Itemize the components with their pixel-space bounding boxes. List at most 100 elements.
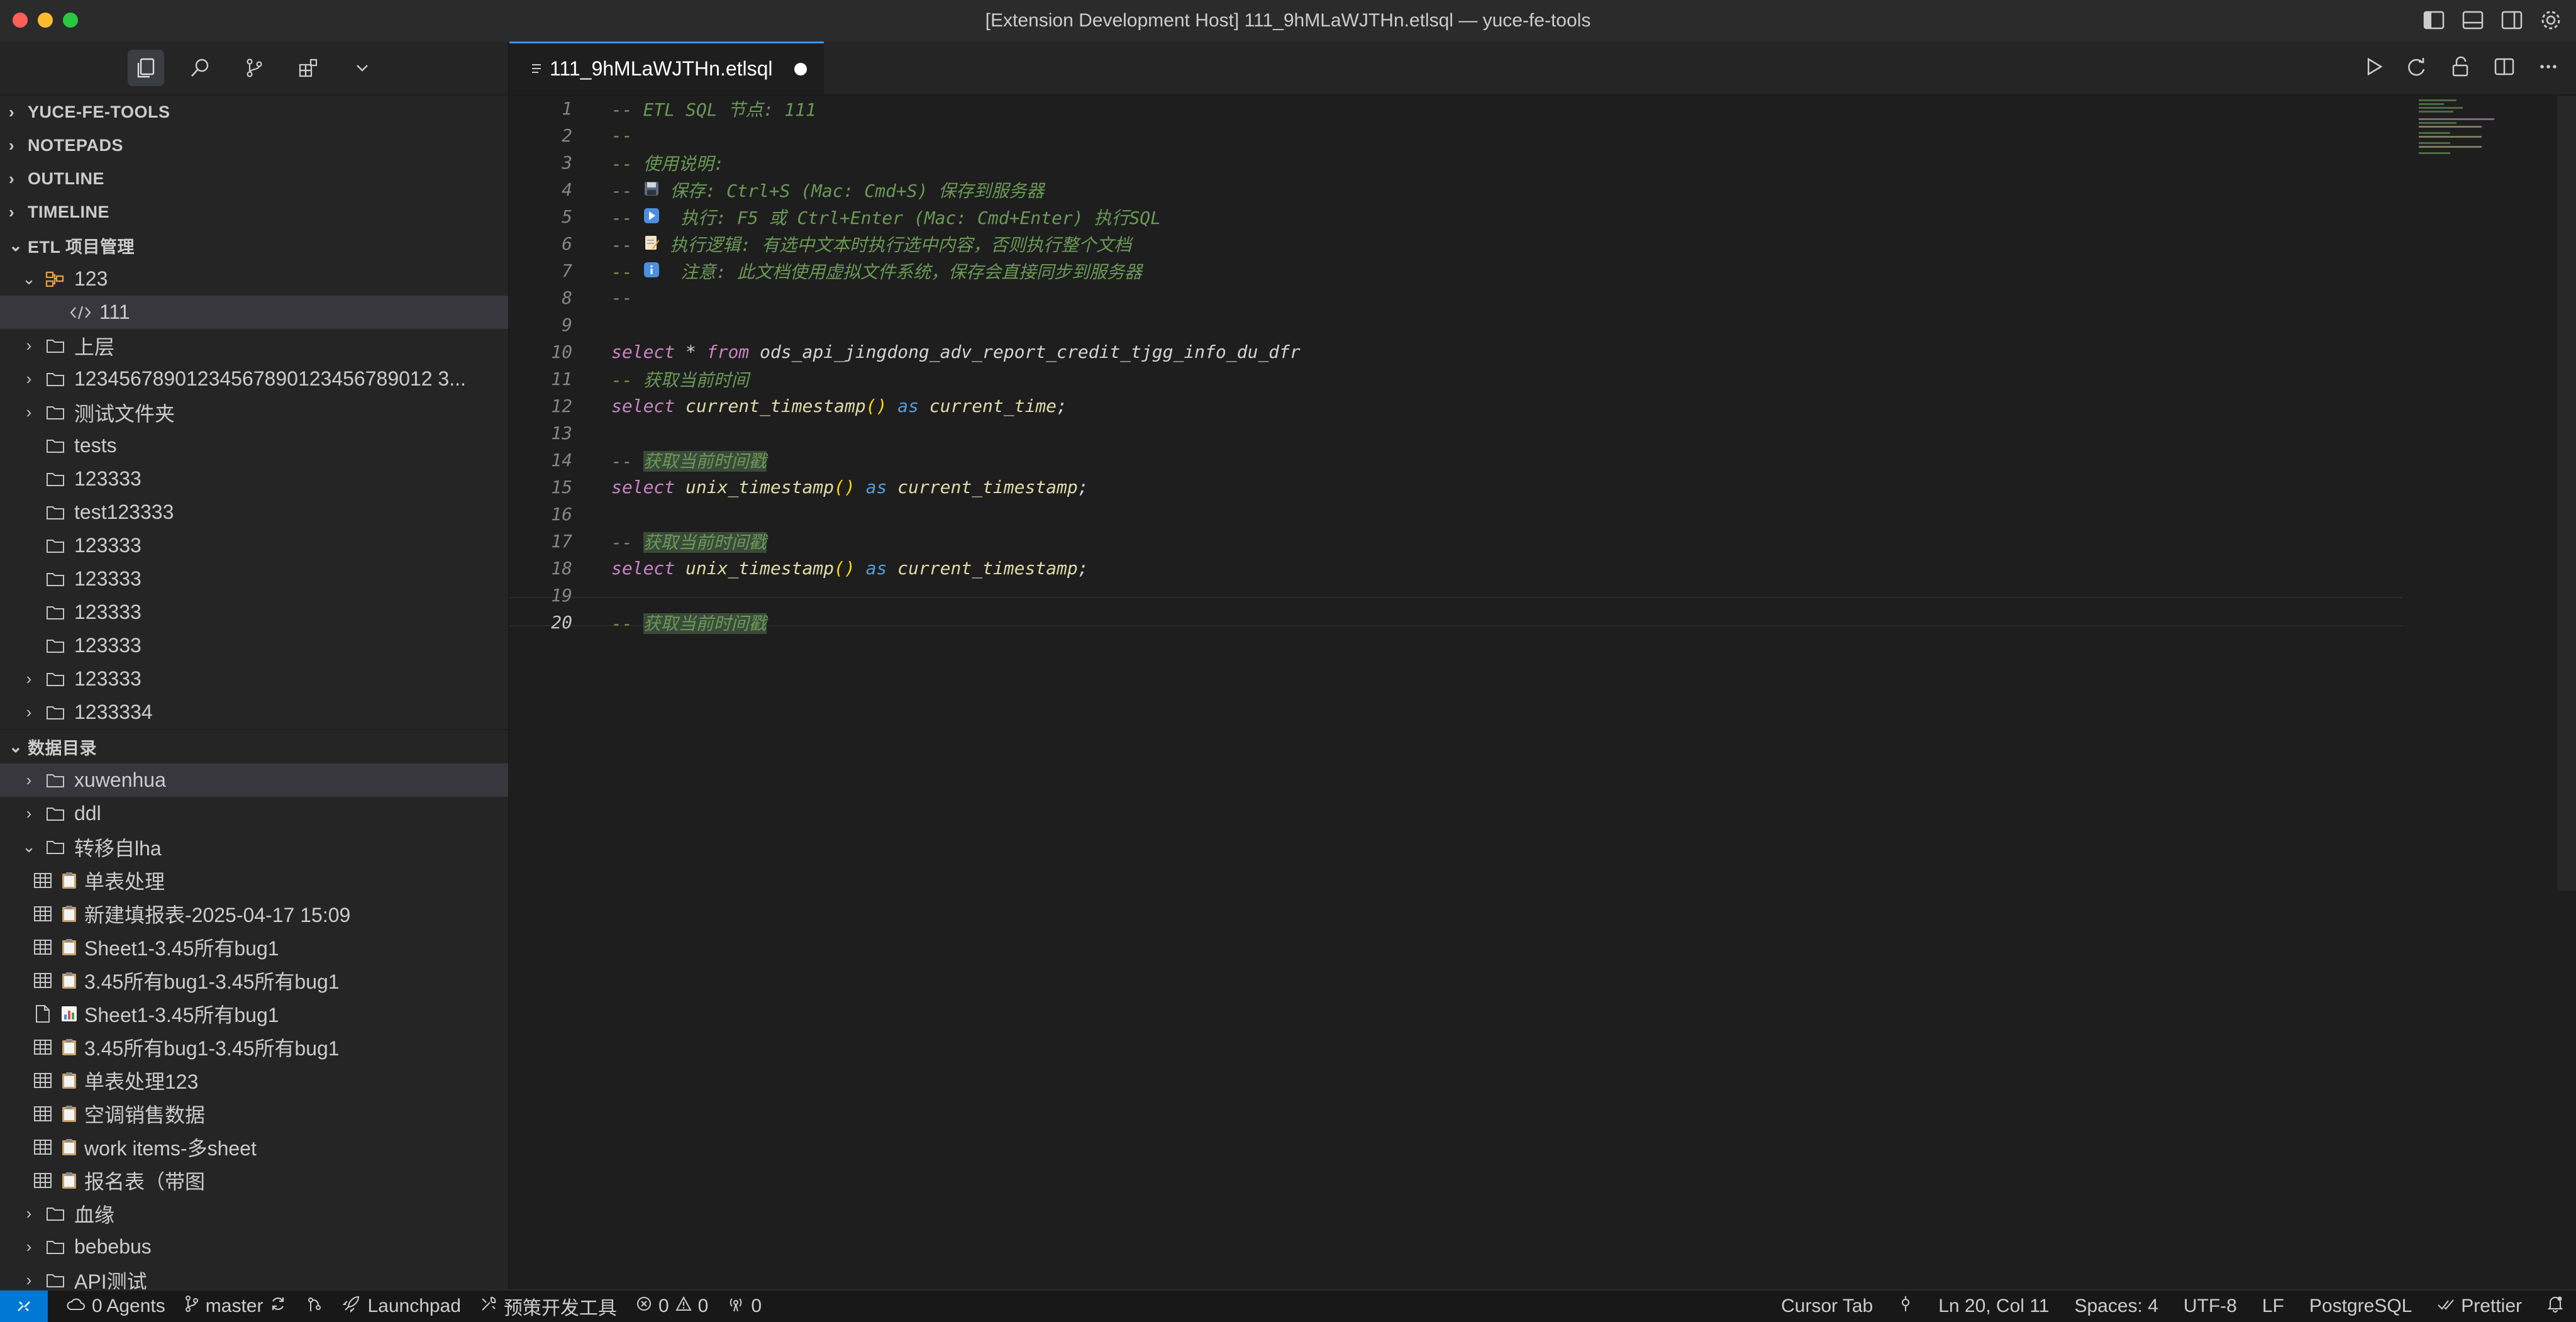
- section-notepads[interactable]: › NOTEPADS: [0, 129, 508, 162]
- toggle-panel-icon[interactable]: [2460, 8, 2485, 33]
- tree-item[interactable]: 123333: [0, 562, 508, 596]
- bell-icon[interactable]: [2547, 1295, 2563, 1318]
- tree-item[interactable]: 123333: [0, 629, 508, 662]
- tree-item-label: 123: [74, 267, 108, 290]
- tree-item[interactable]: › 1233334: [0, 696, 508, 729]
- close-window-button[interactable]: [13, 13, 28, 28]
- section-data-catalog[interactable]: ⌄ 数据目录: [0, 729, 508, 764]
- vertical-scrollbar[interactable]: [2557, 96, 2576, 891]
- maximize-window-button[interactable]: [63, 13, 78, 28]
- cursor-tab-status[interactable]: Cursor Tab: [1781, 1296, 1873, 1317]
- tree-item[interactable]: 空调销售数据: [0, 1097, 508, 1130]
- branch-status[interactable]: master: [184, 1295, 287, 1318]
- floppy-disk-icon: [643, 181, 660, 201]
- tree-item-label: 3.45所有bug1-3.45所有bug1: [84, 970, 340, 993]
- extensions-icon[interactable]: [290, 50, 326, 86]
- minimize-window-button[interactable]: [38, 13, 53, 28]
- problems-status[interactable]: 0 0: [636, 1296, 708, 1317]
- tree-item[interactable]: › ddl: [0, 797, 508, 830]
- split-editor-icon[interactable]: [2492, 54, 2517, 82]
- section-yuce-fe-tools[interactable]: › YUCE-FE-TOOLS: [0, 96, 508, 129]
- encoding-status[interactable]: UTF-8: [2184, 1296, 2237, 1317]
- tree-item[interactable]: › 123333: [0, 662, 508, 696]
- tree-item[interactable]: › 血缘: [0, 1197, 508, 1230]
- more-actions-icon[interactable]: [2536, 54, 2561, 82]
- tree-item[interactable]: 单表处理123: [0, 1064, 508, 1097]
- chevron-right-icon[interactable]: ›: [16, 336, 42, 355]
- tree-item[interactable]: 报名表（带图: [0, 1164, 508, 1197]
- chevron-right-icon[interactable]: ›: [16, 770, 42, 790]
- chevron-right-icon[interactable]: ›: [16, 804, 42, 823]
- toggle-secondary-sidebar-icon[interactable]: [2499, 8, 2524, 33]
- source-control-icon[interactable]: [236, 50, 272, 86]
- git-graph-status[interactable]: [306, 1295, 323, 1318]
- file-icon: [29, 1004, 57, 1023]
- tree-item[interactable]: tests: [0, 429, 508, 462]
- chevron-right-icon[interactable]: ›: [16, 703, 42, 722]
- agents-label: 0 Agents: [92, 1296, 165, 1316]
- chevron-right-icon[interactable]: ›: [16, 369, 42, 389]
- cursor-position[interactable]: Ln 20, Col 11: [1938, 1296, 2049, 1317]
- unsaved-dot-icon[interactable]: [794, 62, 807, 75]
- tree-item[interactable]: › API测试: [0, 1264, 508, 1290]
- eol-status[interactable]: LF: [2262, 1296, 2284, 1317]
- ports-status[interactable]: 0: [727, 1295, 762, 1318]
- tree-item[interactable]: › 上层: [0, 329, 508, 362]
- sync-icon[interactable]: [269, 1295, 287, 1318]
- chevron-down-icon[interactable]: [344, 50, 380, 86]
- tab-etlsql-file[interactable]: 111_9hMLaWJTHn.etlsql: [509, 42, 824, 94]
- unlock-icon[interactable]: [2448, 54, 2473, 82]
- pin-icon[interactable]: [1898, 1295, 1913, 1318]
- refresh-icon[interactable]: [2404, 54, 2429, 82]
- run-icon[interactable]: [2363, 54, 2385, 82]
- tree-item[interactable]: › 12345678901234567890123456789012 3...: [0, 362, 508, 396]
- chevron-right-icon[interactable]: ›: [16, 1204, 42, 1223]
- explorer-icon[interactable]: [128, 50, 164, 86]
- section-timeline[interactable]: › TIMELINE: [0, 196, 508, 229]
- toggle-primary-sidebar-icon[interactable]: [2421, 8, 2446, 33]
- chevron-down-icon[interactable]: ⌄: [16, 269, 42, 289]
- chevron-right-icon[interactable]: ›: [16, 1270, 42, 1289]
- section-title: NOTEPADS: [28, 136, 124, 155]
- chevron-right-icon[interactable]: ›: [16, 403, 42, 422]
- clipboard-icon: [60, 1138, 79, 1157]
- tree-item[interactable]: 123333: [0, 596, 508, 629]
- launchpad-status[interactable]: Launchpad: [342, 1294, 461, 1318]
- minimap[interactable]: [2406, 96, 2576, 1287]
- tree-item[interactable]: ⌄ 转移自lha: [0, 830, 508, 864]
- tree-item[interactable]: 新建填报表-2025-04-17 15:09: [0, 897, 508, 930]
- tree-item[interactable]: Sheet1-3.45所有bug1: [0, 997, 508, 1030]
- tree-item[interactable]: Sheet1-3.45所有bug1: [0, 930, 508, 964]
- tree-item[interactable]: 123333: [0, 462, 508, 496]
- indentation-status[interactable]: Spaces: 4: [2074, 1296, 2158, 1317]
- section-outline[interactable]: › OUTLINE: [0, 162, 508, 196]
- chevron-down-icon[interactable]: ⌄: [16, 837, 42, 857]
- chevron-right-icon[interactable]: ›: [16, 669, 42, 689]
- prettier-status[interactable]: Prettier: [2437, 1296, 2522, 1317]
- remote-indicator[interactable]: [0, 1291, 48, 1322]
- agents-status[interactable]: 0 Agents: [67, 1296, 165, 1317]
- language-mode[interactable]: PostgreSQL: [2309, 1296, 2412, 1317]
- tree-item[interactable]: 111: [0, 296, 508, 329]
- tree-item[interactable]: work items-多sheet: [0, 1130, 508, 1164]
- search-icon[interactable]: [182, 50, 218, 86]
- chevron-right-icon[interactable]: ›: [16, 1237, 42, 1257]
- settings-gear-icon[interactable]: [2538, 8, 2563, 33]
- table-icon: [29, 938, 57, 956]
- line-number: 15: [551, 477, 572, 497]
- double-check-icon: [2437, 1296, 2456, 1317]
- tools-status[interactable]: 预策开发工具: [480, 1292, 617, 1320]
- tree-item[interactable]: 3.45所有bug1-3.45所有bug1: [0, 1030, 508, 1064]
- tree-item[interactable]: › xuwenhua: [0, 764, 508, 797]
- section-etl-project[interactable]: ⌄ ETL 项目管理: [0, 229, 508, 262]
- tree-item[interactable]: 单表处理: [0, 864, 508, 897]
- code-editor[interactable]: 1 -- ETL SQL 节点: 111 2 -- 3 -- 使用说明: 4 -- 保存…: [509, 96, 2576, 1287]
- tree-item[interactable]: › 测试文件夹: [0, 396, 508, 429]
- tree-item[interactable]: ⌄ 123: [0, 262, 508, 296]
- tree-item[interactable]: › bebebus: [0, 1230, 508, 1264]
- tree-item-label: 血缘: [74, 1203, 115, 1226]
- tree-item[interactable]: 123333: [0, 529, 508, 562]
- tree-item[interactable]: 3.45所有bug1-3.45所有bug1: [0, 964, 508, 997]
- tree-item[interactable]: test123333: [0, 496, 508, 529]
- comment-prefix: --: [611, 261, 643, 282]
